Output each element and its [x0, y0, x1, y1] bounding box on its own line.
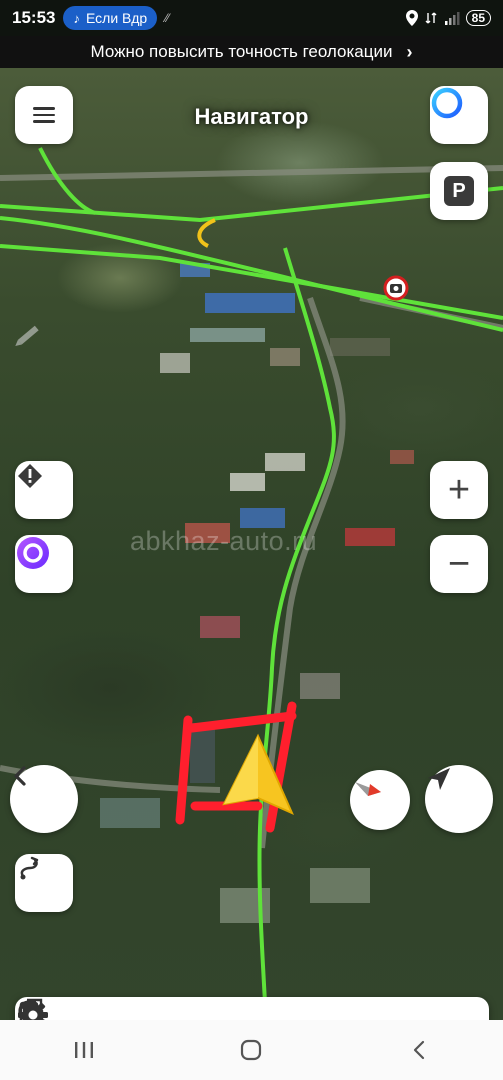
back-button[interactable] — [10, 765, 78, 833]
bookmarks-button[interactable] — [23, 998, 341, 1020]
music-note-icon: ♪ — [73, 10, 80, 26]
plus-icon: + — [447, 469, 471, 511]
route-overview-button[interactable] — [15, 854, 73, 912]
alert-icon — [18, 464, 42, 488]
geolocation-accuracy-banner[interactable]: Можно повысить точность геолокации › — [0, 36, 503, 68]
settings-button[interactable] — [18, 1000, 460, 1020]
my-location-button[interactable] — [425, 765, 493, 833]
search-button[interactable] — [18, 1000, 104, 1020]
now-playing-title: Если Вдр — [85, 10, 148, 26]
parking-icon: P — [444, 176, 474, 206]
satellite-map[interactable]: Навигатор abkhaz-auto.ru P + − — [0, 68, 503, 1020]
alice-assistant-button[interactable] — [15, 535, 73, 593]
pencil-icon — [15, 325, 39, 346]
compass-icon — [355, 782, 381, 796]
compass-button[interactable] — [350, 770, 410, 830]
geolocation-banner-text: Можно повысить точность геолокации — [90, 42, 393, 61]
gas-station-button[interactable] — [19, 1001, 223, 1020]
home-button[interactable] — [221, 1030, 281, 1070]
menu-button[interactable] — [15, 86, 73, 144]
parking-button[interactable]: P — [430, 162, 488, 220]
recent-apps-icon — [74, 1042, 93, 1058]
network-4g-icon — [425, 12, 437, 24]
status-right: 85 — [405, 10, 491, 26]
cast-icon: ⁄⁄ — [165, 11, 170, 25]
bottom-toolbar — [15, 997, 489, 1020]
system-back-button[interactable] — [389, 1030, 449, 1070]
now-playing-chip[interactable]: ♪ Если Вдр — [63, 6, 158, 30]
alice-icon — [431, 87, 463, 119]
alice-voice-button[interactable] — [430, 86, 488, 144]
recent-apps-button[interactable] — [54, 1030, 114, 1070]
system-nav-bar — [0, 1020, 503, 1080]
zoom-out-button[interactable]: − — [430, 535, 488, 593]
roundabout-segment — [197, 218, 216, 248]
minus-icon: − — [447, 543, 471, 585]
app-title: Навигатор — [194, 104, 309, 129]
battery-indicator: 85 — [465, 10, 491, 26]
chevron-right-icon: › — [406, 41, 413, 62]
status-bar: 15:53 ♪ Если Вдр ⁄⁄ 85 — [0, 0, 503, 36]
signal-icon — [444, 12, 460, 25]
watermark: abkhaz-auto.ru — [130, 526, 318, 556]
locate-icon — [428, 768, 450, 790]
zoom-in-button[interactable]: + — [430, 461, 488, 519]
home-icon — [241, 1039, 262, 1061]
route-icon — [20, 856, 39, 880]
back-icon — [414, 1040, 425, 1060]
location-status-icon — [405, 10, 418, 26]
status-time: 15:53 — [12, 8, 56, 27]
settings-icon — [18, 1000, 48, 1020]
chevron-left-icon — [14, 766, 26, 786]
speed-camera-icon[interactable] — [383, 275, 409, 301]
alice-icon — [17, 537, 49, 569]
menu-icon — [33, 103, 55, 127]
road-event-button[interactable] — [15, 461, 73, 519]
